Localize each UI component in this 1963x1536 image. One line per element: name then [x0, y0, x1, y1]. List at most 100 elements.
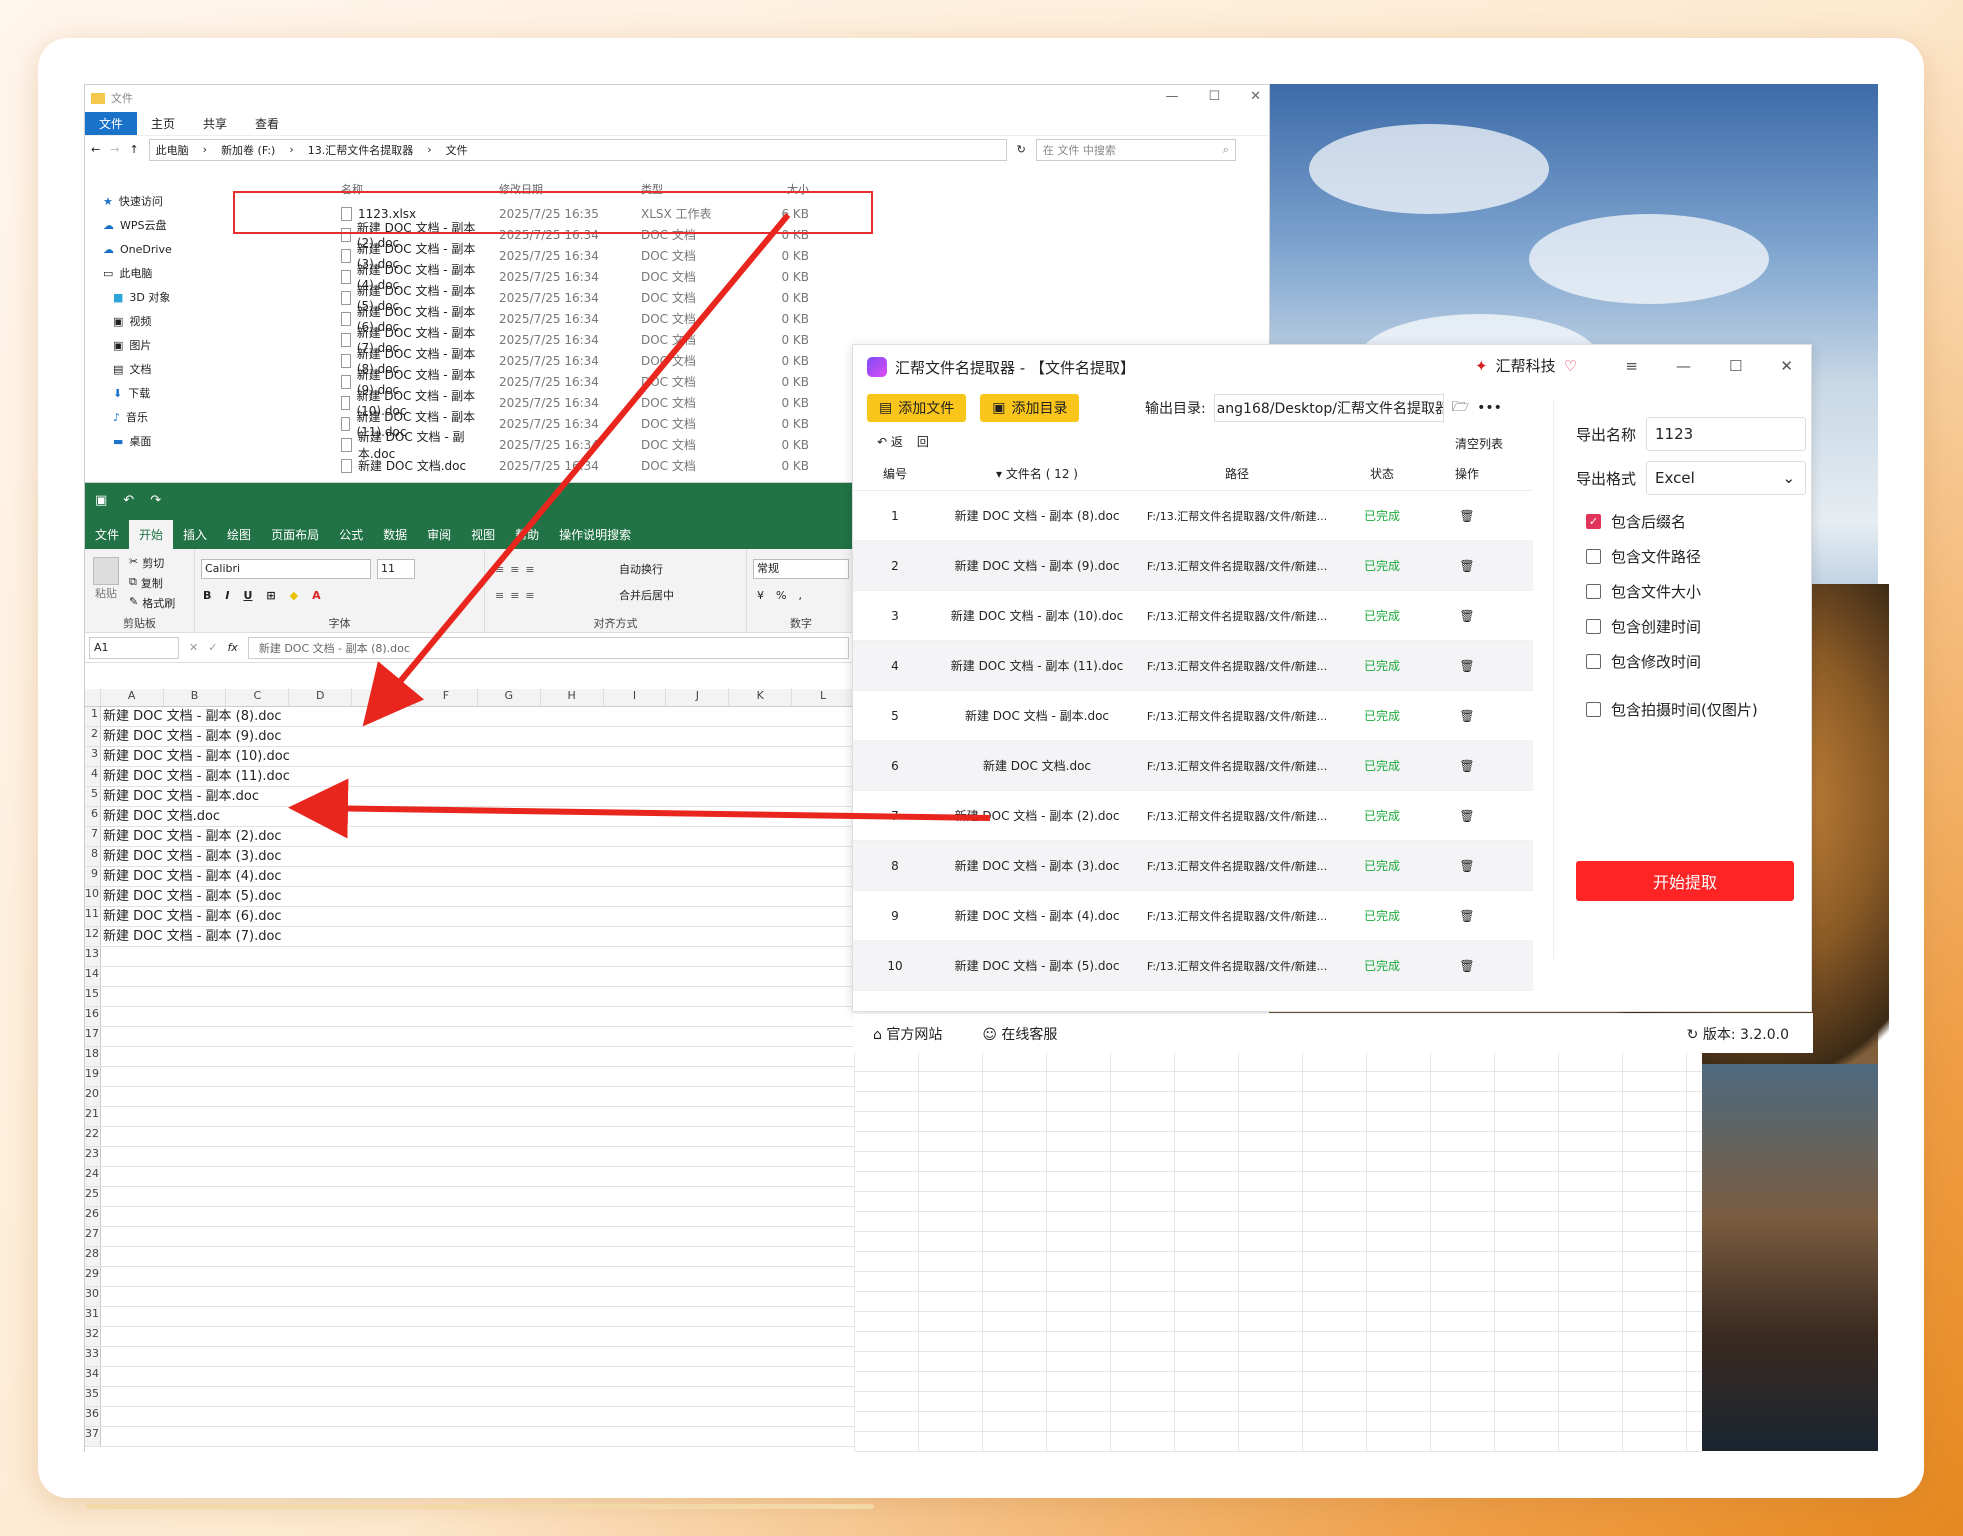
cell-a[interactable]: 新建 DOC 文档 - 副本 (3).doc	[101, 847, 357, 866]
file-row[interactable]: 新建 DOC 文档 - 副本.doc 2025/7/25 16:34 DOC 文档 0…	[255, 430, 945, 461]
bold-icon[interactable]: B	[203, 589, 211, 602]
nav-item-3d[interactable]: ■ 3D 对象	[85, 285, 245, 309]
wrap-text-button[interactable]: 自动换行	[619, 561, 663, 577]
breadcrumb-item[interactable]: 新加卷 (F:)	[221, 142, 275, 158]
cell-a[interactable]	[101, 1407, 357, 1426]
row-number[interactable]: 29	[85, 1267, 101, 1286]
row-number[interactable]: 18	[85, 1047, 101, 1066]
minimize-icon[interactable]: —	[1165, 89, 1178, 104]
row-number[interactable]: 11	[85, 907, 101, 926]
row-number[interactable]: 27	[85, 1227, 101, 1246]
checkbox-icon[interactable]	[1586, 619, 1601, 634]
cell-a[interactable]	[101, 1327, 357, 1346]
nav-item-pictures[interactable]: ▣ 图片	[85, 333, 245, 357]
formula-input[interactable]: 新建 DOC 文档 - 副本 (8).doc	[247, 636, 849, 659]
font-name-select[interactable]: Calibri	[201, 559, 371, 579]
row-number[interactable]: 19	[85, 1067, 101, 1086]
font-color-icon[interactable]: A	[312, 589, 321, 602]
row-number[interactable]: 3	[85, 747, 101, 766]
cell-a[interactable]: 新建 DOC 文档 - 副本 (6).doc	[101, 907, 357, 926]
maximize-icon[interactable]: ☐	[1208, 89, 1220, 104]
excel-tab[interactable]: 开始	[129, 520, 174, 549]
spreadsheet-grid[interactable]: ABCDEFGHIJKL 1 新建 DOC 文档 - 副本 (8).doc 2 新建 …	[85, 689, 856, 1453]
row-number[interactable]: 23	[85, 1147, 101, 1166]
cell-a[interactable]	[101, 1147, 357, 1166]
row-number[interactable]: 35	[85, 1387, 101, 1406]
more-icon[interactable]: •••	[1477, 400, 1502, 416]
cell-a[interactable]	[101, 1107, 357, 1126]
export-format-select[interactable]: Excel ⌄	[1646, 461, 1807, 495]
underline-icon[interactable]: U	[243, 589, 252, 602]
cell-a[interactable]: 新建 DOC 文档 - 副本 (4).doc	[101, 867, 357, 886]
row-number[interactable]: 31	[85, 1307, 101, 1326]
file-row[interactable]: 新建 DOC 文档.doc 2025/7/25 16:34 DOC 文档 0 KB	[255, 455, 945, 476]
nav-item-desktop[interactable]: ▬ 桌面	[85, 429, 245, 453]
save-icon[interactable]: ▣	[95, 493, 107, 508]
table-row[interactable]: 1 新建 DOC 文档 - 副本 (8).doc F:/13.汇帮文件名提取器/文件…	[853, 491, 1533, 541]
align-icons[interactable]: ≡≡≡	[495, 589, 541, 602]
option-checkbox[interactable]: 包含文件大小	[1586, 581, 1701, 602]
delete-icon[interactable]: 🗑	[1427, 709, 1507, 723]
cell-a[interactable]	[101, 1267, 357, 1286]
cell-a[interactable]: 新建 DOC 文档 - 副本 (5).doc	[101, 887, 357, 906]
row-number[interactable]: 22	[85, 1127, 101, 1146]
table-row[interactable]: 7 新建 DOC 文档 - 副本 (2).doc F:/13.汇帮文件名提取器/文件…	[853, 791, 1533, 841]
tab-share[interactable]: 共享	[189, 112, 241, 135]
column-header[interactable]: G	[478, 689, 541, 706]
nav-item-wps-cloud[interactable]: ☁ WPS云盘	[85, 213, 245, 237]
cell-a[interactable]	[101, 1227, 357, 1246]
cell-a[interactable]: 新建 DOC 文档.doc	[101, 807, 357, 826]
delete-icon[interactable]: 🗑	[1427, 609, 1507, 623]
delete-icon[interactable]: 🗑	[1427, 809, 1507, 823]
excel-tab[interactable]: 绘图	[217, 520, 261, 549]
option-checkbox[interactable]: 包含拍摄时间(仅图片)	[1586, 699, 1758, 720]
column-header[interactable]: E	[352, 689, 416, 706]
close-icon[interactable]: ✕	[1780, 357, 1793, 375]
row-number[interactable]: 30	[85, 1287, 101, 1306]
checkbox-icon[interactable]	[1586, 549, 1601, 564]
table-row[interactable]: 3 新建 DOC 文档 - 副本 (10).doc F:/13.汇帮文件名提取器/文…	[853, 591, 1533, 641]
row-number[interactable]: 36	[85, 1407, 101, 1426]
cell-a[interactable]: 新建 DOC 文档 - 副本 (11).doc	[101, 767, 357, 786]
cancel-icon[interactable]: ✕	[189, 641, 198, 654]
format-painter-button[interactable]: ✎ 格式刷	[129, 595, 175, 611]
name-box[interactable]: A1	[89, 636, 179, 659]
row-number[interactable]: 6	[85, 807, 101, 826]
cell-a[interactable]	[101, 1187, 357, 1206]
cell-a[interactable]	[101, 1167, 357, 1186]
row-number[interactable]: 24	[85, 1167, 101, 1186]
excel-tab[interactable]: 插入	[173, 520, 217, 549]
excel-tab[interactable]: 操作说明搜索	[549, 520, 641, 549]
column-header[interactable]: F	[415, 689, 478, 706]
cell-a[interactable]	[101, 1067, 357, 1086]
paste-button[interactable]: 粘贴	[93, 557, 119, 601]
cell-a[interactable]	[101, 967, 357, 986]
row-number[interactable]: 34	[85, 1367, 101, 1386]
redo-icon[interactable]: ↷	[150, 493, 161, 508]
nav-item-onedrive[interactable]: ☁ OneDrive	[85, 237, 245, 261]
row-number[interactable]: 12	[85, 927, 101, 946]
up-icon[interactable]: ↑	[129, 143, 138, 156]
row-number[interactable]: 32	[85, 1327, 101, 1346]
support-link[interactable]: ☺ 在线客服	[982, 1024, 1057, 1044]
nav-item-documents[interactable]: ▤ 文档	[85, 357, 245, 381]
delete-icon[interactable]: 🗑	[1427, 859, 1507, 873]
header-filename[interactable]: ▾ 文件名 ( 12 )	[937, 465, 1137, 482]
italic-icon[interactable]: I	[225, 589, 229, 602]
font-size-select[interactable]: 11	[377, 559, 415, 579]
cell-a[interactable]	[101, 987, 357, 1006]
column-header[interactable]: L	[792, 689, 856, 706]
minimize-icon[interactable]: —	[1676, 357, 1691, 375]
row-number[interactable]: 9	[85, 867, 101, 886]
cut-button[interactable]: ✂ 剪切	[129, 555, 164, 571]
column-header[interactable]: J	[666, 689, 730, 706]
row-number[interactable]: 33	[85, 1347, 101, 1366]
undo-button[interactable]: ↶ 返	[877, 433, 903, 450]
add-file-button[interactable]: ▤ 添加文件	[867, 394, 967, 422]
number-buttons[interactable]: ¥%,	[757, 589, 802, 602]
align-icons[interactable]: ≡≡≡	[495, 563, 541, 576]
nav-item-music[interactable]: ♪ 音乐	[85, 405, 245, 429]
tab-view[interactable]: 查看	[241, 112, 293, 135]
column-header[interactable]: K	[729, 689, 793, 706]
breadcrumb-item[interactable]: 文件	[446, 142, 468, 158]
